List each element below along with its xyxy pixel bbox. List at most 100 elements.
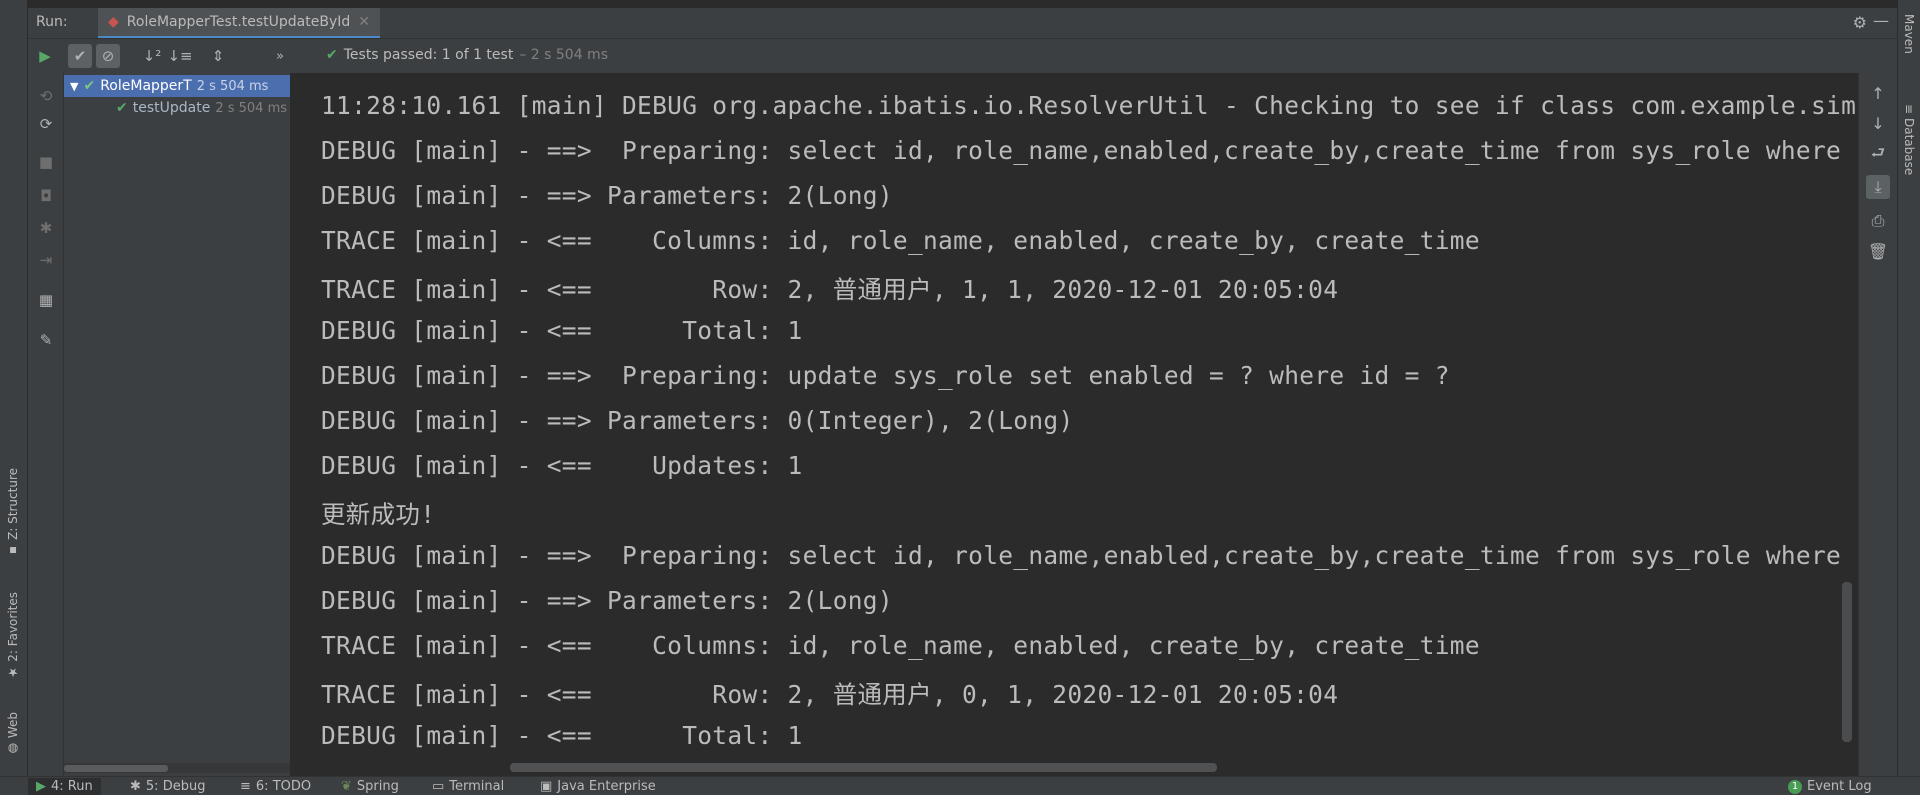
tree-scrollbar[interactable] — [64, 763, 290, 773]
database-tab-label: Database — [1902, 118, 1916, 176]
console-output[interactable]: 11:28:10.161 [main] DEBUG org.apache.iba… — [291, 73, 1857, 762]
stop-icon: ■ — [38, 153, 54, 171]
expand-all-button[interactable]: ⇕ — [206, 44, 230, 68]
console-horizontal-scroll-thumb[interactable] — [510, 763, 1217, 772]
more-actions-button[interactable]: » — [268, 44, 292, 68]
log-line: DEBUG [main] - ==> Preparing: select id,… — [321, 541, 1857, 570]
maven-tool-tab[interactable]: Maven — [1899, 14, 1919, 54]
tab-spring[interactable]: ❦ Spring — [333, 778, 407, 795]
pin-button[interactable]: ✎ — [34, 329, 58, 351]
left-tool-strip: ▪ Z: Structure ★ 2: Favorites ◍ Web — [0, 0, 28, 776]
java-enterprise-icon: ▣ — [540, 779, 553, 794]
sort-alpha-button[interactable]: ↓² — [140, 44, 164, 68]
trash-icon: 🗑 — [1867, 241, 1889, 261]
log-line: TRACE [main] - <== Row: 2, 普通用户, 0, 1, 2… — [321, 680, 1339, 709]
toggle-auto-test-button[interactable]: ⟳ — [34, 113, 58, 135]
tab-terminal[interactable]: ▭ Terminal — [424, 778, 512, 795]
layout-button[interactable]: ▦ — [34, 289, 58, 311]
scroll-up-button[interactable]: ↑ — [1866, 81, 1890, 105]
rerun-button[interactable]: ▶ — [33, 44, 57, 68]
tree-root-duration: 2 s 504 ms — [196, 78, 269, 94]
structure-tool-tab[interactable]: ▪ Z: Structure — [2, 468, 24, 558]
sort-duration-icon: ↓≡ — [167, 47, 193, 65]
log-line: DEBUG [main] - ==> Preparing: update sys… — [321, 361, 1450, 390]
tree-test-label: testUpdate — [132, 100, 211, 116]
leaf-icon: ❦ — [341, 779, 352, 794]
debug-button[interactable]: ✱ — [34, 217, 58, 239]
run-label: Run: — [36, 14, 68, 30]
sort-duration-button[interactable]: ↓≡ — [167, 44, 193, 68]
event-log-count-badge: 1 — [1788, 779, 1802, 794]
globe-icon: ◍ — [6, 742, 20, 757]
tab-todo[interactable]: ≡ 6: TODO — [232, 778, 319, 795]
run-tab-label: 4: Run — [51, 779, 93, 794]
show-ignored-button[interactable]: ⊘ — [96, 44, 120, 68]
tab-run[interactable]: ▶ 4: Run — [28, 778, 101, 795]
star-icon: ★ — [6, 665, 20, 680]
exit-button[interactable]: ⇥ — [34, 249, 58, 271]
wrap-icon: ⮐ — [1870, 142, 1886, 162]
terminal-icon: ▭ — [432, 779, 445, 794]
scroll-down-button[interactable]: ↓ — [1866, 111, 1890, 135]
log-line: DEBUG [main] - ==> Preparing: select id,… — [321, 136, 1857, 165]
scroll-to-end-button[interactable]: ⤓ — [1866, 175, 1890, 199]
check-icon: ✔ — [73, 47, 87, 65]
tab-debug[interactable]: ✱ 5: Debug — [122, 778, 213, 795]
tree-item-root[interactable]: ▼ ✔ RoleMapperT 2 s 504 ms — [64, 75, 290, 97]
printer-icon: ⎙ — [1871, 211, 1885, 230]
play-icon: ▶ — [36, 779, 46, 794]
event-log-tab-label: Event Log — [1807, 779, 1872, 794]
chevron-right-icon: » — [276, 48, 284, 64]
log-line: DEBUG [main] - ==> Parameters: 2(Long) — [321, 586, 893, 615]
tests-status-text: Tests passed: 1 of 1 test — [343, 47, 514, 63]
tree-scroll-thumb[interactable] — [64, 765, 168, 772]
exit-icon: ⇥ — [39, 251, 53, 269]
favorites-tool-tab[interactable]: ★ 2: Favorites — [2, 592, 24, 680]
sort-alpha-icon: ↓² — [142, 47, 162, 65]
favorites-tab-label: 2: Favorites — [6, 592, 20, 662]
dump-threads-button[interactable]: ◘ — [34, 185, 58, 207]
structure-tab-label: Z: Structure — [6, 468, 20, 540]
console-vertical-scroll-thumb[interactable] — [1842, 582, 1852, 742]
auto-test-icon: ⟳ — [39, 115, 53, 133]
log-line: TRACE [main] - <== Columns: id, role_nam… — [321, 226, 1480, 255]
show-passed-button[interactable]: ✔ — [68, 44, 92, 68]
bug-icon: ✱ — [39, 219, 53, 237]
terminal-tab-label: Terminal — [449, 779, 505, 794]
tab-java-enterprise[interactable]: ▣ Java Enterprise — [532, 778, 664, 795]
maven-tab-label: Maven — [1902, 14, 1916, 54]
pin-icon: ✎ — [39, 331, 53, 349]
gear-icon[interactable]: ⚙ — [1853, 13, 1867, 32]
soft-wrap-button[interactable]: ⮐ — [1866, 143, 1890, 167]
test-toolbar: ▶ ✔ ⊘ ↓² ↓≡ ⇕ » ✔ Tests passed: 1 of 1 t… — [28, 39, 1897, 73]
check-icon: ✔ — [326, 47, 338, 63]
run-tab-title: RoleMapperTest.testUpdateById — [126, 14, 351, 30]
database-tool-tab[interactable]: ≡ Database — [1899, 104, 1919, 175]
run-config-tab[interactable]: ◆ RoleMapperTest.testUpdateById ✕ — [98, 8, 380, 38]
rerun-failed-button[interactable]: ⟲ — [34, 85, 58, 107]
test-tree: ▼ ✔ RoleMapperT 2 s 504 ms ✔ testUpdate … — [64, 73, 290, 776]
rerun-failed-icon: ⟲ — [39, 87, 53, 105]
right-tool-strip: Maven ≡ Database — [1897, 0, 1920, 776]
web-tool-tab[interactable]: ◍ Web — [2, 712, 24, 756]
java-enterprise-tab-label: Java Enterprise — [557, 779, 656, 794]
close-icon[interactable]: ✕ — [358, 14, 370, 30]
web-tab-label: Web — [6, 712, 20, 739]
database-icon: ≡ — [1902, 104, 1916, 115]
minimize-icon[interactable]: — — [1873, 11, 1889, 30]
log-line: DEBUG [main] - ==> Parameters: 2(Long) — [321, 181, 893, 210]
tab-event-log[interactable]: 1 Event Log — [1780, 778, 1880, 795]
check-icon: ✔ — [83, 78, 96, 94]
log-line: DEBUG [main] - <== Updates: 1 — [321, 451, 803, 480]
play-icon: ▶ — [39, 47, 51, 65]
run-side-toolbar: ⟲ ⟳ ■ ◘ ✱ ⇥ ▦ ✎ — [28, 73, 64, 776]
clear-all-button[interactable]: 🗑 — [1866, 239, 1890, 263]
stop-button[interactable]: ■ — [34, 151, 58, 173]
test-config-icon: ◆ — [108, 14, 119, 30]
debug-tab-label: 5: Debug — [145, 779, 206, 794]
log-line: DEBUG [main] - <== Total: 1 — [321, 316, 803, 345]
tree-item-test[interactable]: ✔ testUpdate 2 s 504 ms — [116, 97, 290, 119]
log-line: TRACE [main] - <== Row: 2, 普通用户, 1, 1, 2… — [321, 275, 1339, 304]
structure-icon: ▪ — [6, 543, 20, 558]
print-button[interactable]: ⎙ — [1866, 209, 1890, 233]
